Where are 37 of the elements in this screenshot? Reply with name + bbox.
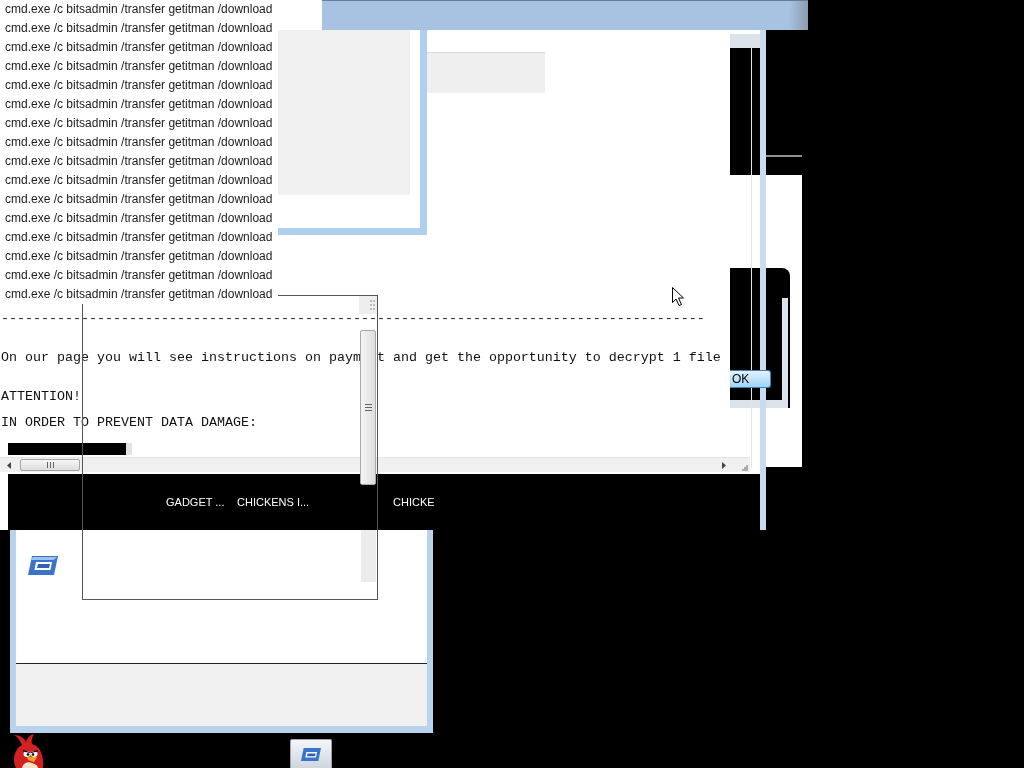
grip-icon [46, 462, 54, 468]
command-text: cmd.exe /c bitsadmin /transfer getitman /download [4, 248, 273, 265]
window-icon [301, 747, 321, 761]
command-text: cmd.exe /c bitsadmin /transfer getitman /download [4, 267, 273, 284]
command-text: cmd.exe /c bitsadmin /transfer getitman /download [4, 58, 273, 75]
scrollbar-thumb[interactable] [20, 459, 80, 471]
window-icon[interactable] [28, 556, 58, 575]
toolbar-label[interactable]: CHICKENS I... [237, 495, 310, 509]
cursor-icon [672, 287, 684, 306]
command-text: cmd.exe /c bitsadmin /transfer getitman /download [4, 191, 273, 208]
command-text: cmd.exe /c bitsadmin /transfer getitman /download [4, 115, 273, 132]
grip-icon[interactable] [742, 465, 748, 471]
command-text: cmd.exe /c bitsadmin /transfer getitman /download [4, 210, 273, 227]
attention-text: ATTENTION! [1, 388, 81, 406]
scrollbar-track[interactable] [0, 457, 750, 472]
command-text: cmd.exe /c bitsadmin /transfer getitman /download [4, 134, 273, 151]
command-text: cmd.exe /c bitsadmin /transfer getitman /download [4, 286, 273, 303]
command-text: cmd.exe /c bitsadmin /transfer getitman /download [4, 96, 273, 113]
ok-button[interactable]: OK [730, 370, 771, 388]
command-text: cmd.exe /c bitsadmin /transfer getitman /download [4, 20, 273, 37]
command-text: cmd.exe /c bitsadmin /transfer getitman /download [4, 1, 273, 18]
scrollbar-thumb[interactable] [360, 330, 376, 485]
message-text: t and get the opportunity to decrypt 1 file [376, 349, 721, 367]
grip-icon [364, 404, 372, 411]
toolbar-label[interactable]: CHICKE [393, 495, 435, 509]
command-text: cmd.exe /c bitsadmin /transfer getitman /download [4, 77, 273, 94]
separator-text: ---------------------------------------------------------------------------------------- [1, 310, 705, 328]
command-text: cmd.exe /c bitsadmin /transfer getitman /download [4, 229, 273, 246]
toolbar-label[interactable]: GADGET ... [166, 495, 225, 509]
command-text: cmd.exe /c bitsadmin /transfer getitman /download [4, 39, 273, 56]
command-text: cmd.exe /c bitsadmin /transfer getitman /download [4, 172, 273, 189]
command-text: cmd.exe /c bitsadmin /transfer getitman /download [4, 153, 273, 170]
arrow-right-icon[interactable] [722, 461, 726, 469]
arrow-left-icon[interactable] [7, 461, 11, 469]
grip-icon[interactable] [359, 296, 377, 314]
scrollbar-track[interactable] [361, 530, 376, 582]
taskbar-button[interactable] [290, 739, 332, 768]
